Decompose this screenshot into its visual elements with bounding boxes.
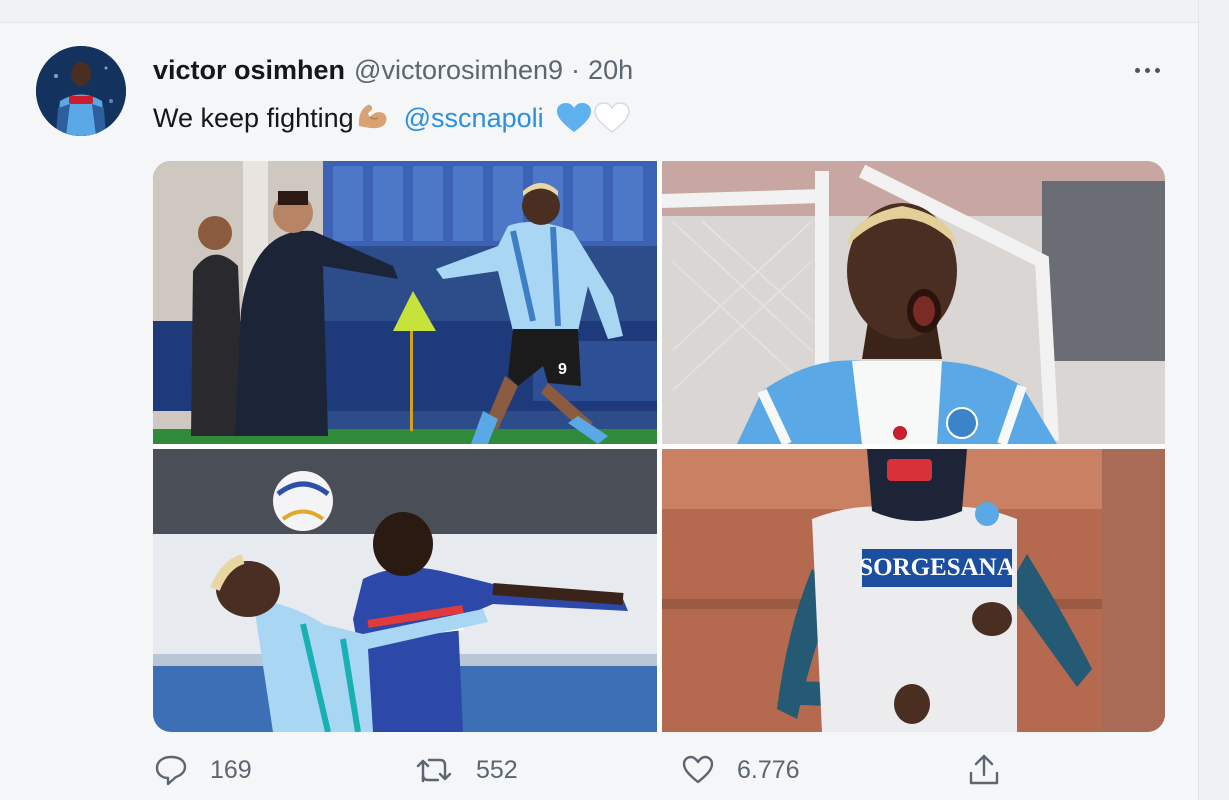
- like-icon: [682, 755, 714, 784]
- reply-count: 169: [210, 755, 252, 784]
- photo-celebration[interactable]: [662, 161, 1165, 444]
- mention-link[interactable]: @sscnapoli: [404, 103, 544, 134]
- photo-handshake[interactable]: 9: [153, 161, 657, 444]
- photo-header[interactable]: [153, 449, 657, 732]
- photo-training[interactable]: SORGESANA: [662, 449, 1165, 732]
- avatar[interactable]: [36, 46, 126, 136]
- retweet-icon: [416, 758, 452, 783]
- tweet-text: We keep fighting @sscnapoli: [153, 100, 630, 136]
- like-count: 6.776: [737, 755, 800, 784]
- share-icon: [969, 754, 999, 785]
- tweet-header: victor osimhen @victorosimhen9 · 20h: [153, 52, 633, 88]
- reply-button[interactable]: 169: [154, 745, 252, 795]
- retweet-count: 552: [476, 755, 518, 784]
- display-name[interactable]: victor osimhen: [153, 55, 345, 86]
- tweet-body-text: We keep fighting: [153, 102, 354, 133]
- user-handle[interactable]: @victorosimhen9: [354, 55, 563, 86]
- heart-emojis: [556, 102, 630, 134]
- timestamp[interactable]: 20h: [588, 55, 633, 86]
- separator-dot: ·: [571, 54, 581, 85]
- tweet-card[interactable]: victor osimhen @victorosimhen9 · 20h We …: [0, 0, 1198, 800]
- media-grid[interactable]: 9 SORGESANA: [153, 161, 1165, 732]
- blue-heart-icon: [556, 103, 591, 132]
- retweet-button[interactable]: 552: [414, 745, 518, 795]
- bib-sponsor: SORGESANA: [859, 554, 1015, 581]
- jersey-number: 9: [558, 361, 567, 378]
- white-heart-icon: [593, 102, 630, 133]
- like-button[interactable]: 6.776: [681, 745, 800, 795]
- share-button[interactable]: [966, 745, 1002, 795]
- more-options-icon[interactable]: [1127, 56, 1167, 84]
- right-gutter: [1198, 0, 1229, 800]
- page: victor osimhen @victorosimhen9 · 20h We …: [0, 0, 1229, 800]
- tweet-actions: 169 552 6.776: [0, 745, 1198, 795]
- flexed-biceps-icon: [356, 100, 390, 137]
- reply-icon: [155, 755, 187, 786]
